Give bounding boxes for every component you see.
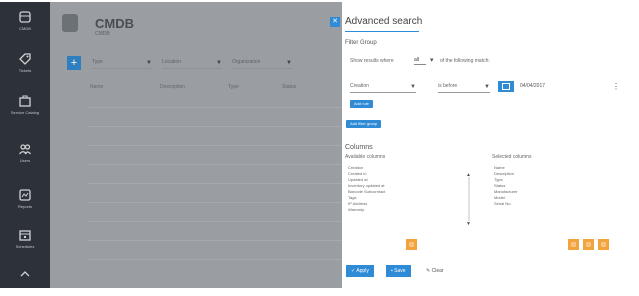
chevron-down-icon: ▼	[410, 84, 416, 90]
chevron-down-icon: ▼	[286, 60, 292, 66]
date-value[interactable]: 04/04/2017	[520, 83, 545, 89]
sidebar-item-cmdb[interactable]: CMDB	[0, 10, 50, 46]
apply-button[interactable]: ✓ Apply	[346, 265, 374, 277]
table-row[interactable]	[87, 227, 342, 241]
sidebar-item-schedules[interactable]: Schedules	[0, 228, 50, 264]
briefcase-icon	[19, 95, 31, 107]
add-filter-group-button[interactable]: Add filter group	[346, 120, 382, 128]
match-suffix: of the following match:	[440, 58, 490, 64]
sidebar-item-label: Service Catalog	[10, 110, 40, 115]
chevron-down-icon: ▼	[484, 84, 490, 90]
filter-group-title: Filter Group	[345, 40, 377, 46]
chevron-down-icon: ▾	[430, 57, 434, 64]
filter-label: Organization	[232, 59, 261, 65]
table-row[interactable]	[87, 151, 342, 165]
more-options-icon[interactable]: ⋮	[612, 82, 620, 91]
sidebar-item-users[interactable]: Users	[0, 142, 50, 178]
columns-title: Columns	[345, 144, 373, 151]
table-row[interactable]	[87, 94, 342, 108]
table-row[interactable]	[87, 208, 342, 222]
scroll-track[interactable]	[468, 177, 470, 221]
move-to-selected-button[interactable]	[406, 239, 417, 250]
page-title: CMDB	[95, 16, 134, 31]
close-icon: ✕	[332, 18, 338, 25]
title-underline	[345, 31, 419, 32]
filter-label: Location	[162, 59, 181, 65]
calendar-icon	[502, 83, 510, 90]
users-icon	[19, 144, 31, 155]
close-button[interactable]: ✕	[330, 17, 340, 27]
button-label: Save	[394, 268, 406, 274]
sidebar-item-reports[interactable]: Reports	[0, 188, 50, 224]
selected-columns-list[interactable]: Name Description Type Status Manufacture…	[494, 165, 616, 231]
app-window: CMDB Tickets Service Catalog Users Repor…	[0, 0, 639, 296]
sidebar-item-service-catalog[interactable]: Service Catalog	[0, 94, 50, 130]
page-subtitle: CMDB	[95, 31, 110, 37]
advanced-search-panel: ✕ Advanced search Filter Group Show resu…	[330, 2, 622, 288]
sidebar-item-label: CMDB	[19, 26, 31, 31]
organization-filter[interactable]: Organization ▼	[232, 59, 292, 69]
calendar-icon	[19, 230, 31, 241]
column-header[interactable]: Description	[160, 84, 185, 90]
type-filter[interactable]: Type ▼	[92, 59, 152, 69]
move-up-button[interactable]	[568, 239, 579, 250]
chart-icon	[19, 189, 31, 201]
sidebar-item-label: Schedules	[15, 244, 35, 249]
filter-label: Type	[92, 59, 103, 65]
date-picker-button[interactable]	[498, 81, 514, 92]
more-icon	[20, 271, 30, 277]
condition-operator-select[interactable]: is before ▼	[438, 83, 490, 93]
tag-icon	[19, 53, 31, 65]
remove-column-button[interactable]	[598, 239, 609, 250]
button-label: Clear	[431, 268, 444, 274]
table-row[interactable]	[87, 113, 342, 127]
column-header[interactable]: Type	[228, 84, 239, 90]
available-columns-label: Available columns	[345, 154, 386, 160]
table-row[interactable]	[87, 132, 342, 146]
column-header[interactable]: Status	[282, 84, 296, 90]
sidebar-item-label: Reports	[17, 204, 32, 209]
select-value: Creation	[350, 83, 369, 89]
condition-field-select[interactable]: Creation ▼	[350, 83, 416, 93]
button-label: Apply	[356, 268, 369, 274]
selected-columns-label: Selected columns	[492, 154, 532, 160]
scroll-down-icon[interactable]: ▼	[466, 222, 471, 227]
sidebar-item-label: Tickets	[18, 68, 32, 73]
sidebar: CMDB Tickets Service Catalog Users Repor…	[0, 2, 50, 288]
select-value: is before	[438, 83, 458, 89]
panel-title: Advanced search	[345, 16, 423, 27]
database-icon	[62, 14, 78, 32]
match-prefix: Show results where	[350, 58, 394, 64]
sidebar-item-label: Users	[19, 158, 31, 163]
available-columns-list[interactable]: Creation Created in Updated at Inventory…	[348, 165, 470, 231]
location-filter[interactable]: Location ▼	[162, 59, 222, 69]
sidebar-item-tickets[interactable]: Tickets	[0, 52, 50, 88]
chevron-down-icon: ▼	[146, 60, 152, 66]
database-icon	[19, 11, 31, 23]
table-row[interactable]	[87, 170, 342, 184]
table-row[interactable]	[87, 189, 342, 203]
clear-button[interactable]: ✎ Clear	[426, 265, 444, 277]
match-select[interactable]: all	[414, 57, 426, 65]
add-rule-button[interactable]: Add rule	[350, 100, 373, 108]
chevron-down-icon: ▼	[216, 60, 222, 66]
list-item[interactable]: Serial No.	[494, 201, 616, 207]
match-row: Show results where	[350, 58, 394, 64]
cmdb-main: CMDB CMDB + Type ▼ Location ▼ Organization…	[50, 2, 342, 288]
sidebar-item-more[interactable]	[0, 268, 50, 296]
save-button[interactable]: ▪ Save	[386, 265, 411, 277]
move-down-button[interactable]	[583, 239, 594, 250]
available-columns-scrollbar[interactable]: ▲ ▼	[466, 173, 472, 227]
column-header[interactable]: Name	[90, 84, 103, 90]
table-row[interactable]	[87, 246, 342, 260]
list-item[interactable]: Warranty	[348, 207, 470, 213]
add-button[interactable]: +	[67, 56, 81, 70]
